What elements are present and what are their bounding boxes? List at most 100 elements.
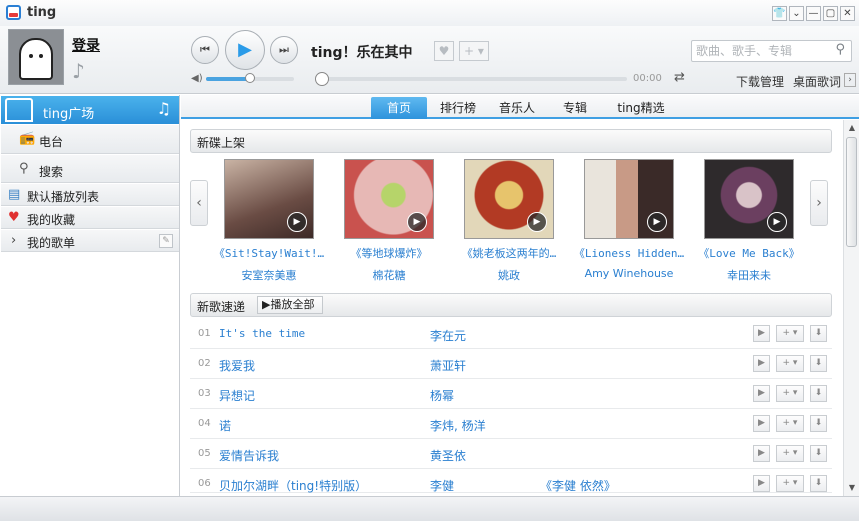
tab-albums[interactable]: 专辑: [553, 97, 597, 119]
album-artist[interactable]: 安室奈美惠: [209, 267, 329, 283]
vertical-scrollbar[interactable]: ▲ ▼: [843, 120, 859, 496]
track-artist[interactable]: 萧亚轩: [430, 357, 466, 374]
row-download-icon[interactable]: ⬇: [810, 475, 827, 492]
row-download-icon[interactable]: ⬇: [810, 445, 827, 462]
sidebar-item-default-playlist[interactable]: ▤ 默认播放列表: [1, 184, 179, 206]
volume-slider[interactable]: [206, 73, 294, 83]
tab-musicians[interactable]: 音乐人: [491, 97, 543, 119]
carousel-next-button[interactable]: ›: [810, 180, 828, 226]
table-row[interactable]: 01 It's the time 李在元 ▶ + ▾ ⬇: [190, 319, 832, 349]
progress-knob[interactable]: [315, 72, 329, 86]
album-cover[interactable]: ▶: [464, 159, 554, 239]
search-input[interactable]: [696, 43, 828, 59]
row-play-icon[interactable]: ▶: [753, 415, 770, 432]
row-add-icon[interactable]: + ▾: [776, 445, 804, 462]
sidebar-item-search[interactable]: ⚲ 搜索: [1, 155, 179, 183]
tab-charts[interactable]: 排行榜: [433, 97, 483, 119]
row-download-icon[interactable]: ⬇: [810, 325, 827, 342]
row-add-icon[interactable]: + ▾: [776, 325, 804, 342]
table-row[interactable]: 06 贝加尔湖畔（ting!特别版） 李健 《李健 依然》 ▶ + ▾ ⬇: [190, 469, 832, 493]
volume-knob[interactable]: [245, 73, 255, 83]
track-name[interactable]: 爱情告诉我: [219, 447, 279, 464]
play-circle-icon[interactable]: ▶: [647, 212, 667, 232]
album-title[interactable]: 《Lioness Hidden…: [569, 245, 689, 261]
album-cover[interactable]: ▶: [584, 159, 674, 239]
tab-ting-picks[interactable]: ting精选: [609, 97, 673, 119]
minimize-icon[interactable]: —: [806, 6, 821, 21]
album-card[interactable]: ▶ 《Lioness Hidden… Amy Winehouse: [569, 159, 689, 280]
play-circle-icon[interactable]: ▶: [287, 212, 307, 232]
scroll-thumb[interactable]: [846, 137, 857, 247]
avatar[interactable]: [8, 29, 64, 85]
sidebar-item-radio[interactable]: 📻 电台: [1, 125, 179, 154]
album-card[interactable]: ▶ 《Love Me Back》 幸田来未: [689, 159, 809, 283]
sidebar-item-favorites[interactable]: ♥ 我的收藏: [1, 207, 179, 229]
desktop-lyrics-link[interactable]: 桌面歌词: [793, 73, 841, 90]
row-download-icon[interactable]: ⬇: [810, 355, 827, 372]
track-artist[interactable]: 李健: [430, 477, 454, 494]
next-button[interactable]: ⏭: [270, 36, 298, 64]
carousel-prev-button[interactable]: ‹: [190, 180, 208, 226]
track-album[interactable]: 《李健 依然》: [540, 477, 616, 494]
table-row[interactable]: 02 我爱我 萧亚轩 ▶ + ▾ ⬇: [190, 349, 832, 379]
sidebar-item-ting-plaza[interactable]: ting广场 ♫: [1, 96, 179, 124]
track-artist[interactable]: 杨幂: [430, 387, 454, 404]
track-name[interactable]: It's the time: [219, 327, 305, 340]
download-manager-link[interactable]: 下载管理: [736, 73, 784, 90]
row-add-icon[interactable]: + ▾: [776, 355, 804, 372]
add-to-playlist-icon[interactable]: + ▾: [459, 41, 489, 61]
album-title[interactable]: 《Sit!Stay!Wait!…: [209, 245, 329, 261]
progress-slider[interactable]: [315, 72, 627, 86]
play-all-button[interactable]: ▶播放全部: [257, 296, 323, 314]
chevron-right-icon[interactable]: ›: [844, 73, 856, 87]
album-card[interactable]: ▶ 《姚老板这两年的… 姚政: [449, 159, 569, 283]
row-play-icon[interactable]: ▶: [753, 475, 770, 492]
tab-home[interactable]: 首页: [371, 97, 427, 119]
menu-icon[interactable]: ⌄: [789, 6, 804, 21]
row-play-icon[interactable]: ▶: [753, 445, 770, 462]
volume-icon[interactable]: ◀): [191, 73, 203, 84]
row-play-icon[interactable]: ▶: [753, 325, 770, 342]
table-row[interactable]: 05 爱情告诉我 黄圣依 ▶ + ▾ ⬇: [190, 439, 832, 469]
track-name[interactable]: 我爱我: [219, 357, 255, 374]
previous-button[interactable]: ⏮: [191, 36, 219, 64]
row-play-icon[interactable]: ▶: [753, 355, 770, 372]
play-button[interactable]: ▶: [225, 30, 265, 70]
album-card[interactable]: ▶ 《等地球爆炸》 棉花糖: [329, 159, 449, 283]
row-download-icon[interactable]: ⬇: [810, 415, 827, 432]
search-icon[interactable]: ⚲: [835, 42, 845, 57]
scroll-up-icon[interactable]: ▲: [845, 121, 859, 135]
album-title[interactable]: 《等地球爆炸》: [329, 245, 449, 261]
row-download-icon[interactable]: ⬇: [810, 385, 827, 402]
track-artist[interactable]: 李炜, 杨洋: [430, 417, 486, 434]
play-mode-icon[interactable]: ⇄: [674, 70, 685, 85]
album-artist[interactable]: 幸田来未: [689, 267, 809, 283]
maximize-icon[interactable]: ▢: [823, 6, 838, 21]
login-link[interactable]: 登录: [72, 35, 100, 55]
track-name[interactable]: 异想记: [219, 387, 255, 404]
edit-icon[interactable]: ✎: [159, 234, 173, 248]
sidebar-item-my-playlists[interactable]: › 我的歌单 ✎: [1, 230, 179, 252]
row-add-icon[interactable]: + ▾: [776, 475, 804, 492]
album-artist[interactable]: 姚政: [449, 267, 569, 283]
album-title[interactable]: 《姚老板这两年的…: [449, 245, 569, 261]
album-card[interactable]: ▶ 《Sit!Stay!Wait!… 安室奈美惠: [209, 159, 329, 283]
track-artist[interactable]: 黄圣依: [430, 447, 466, 464]
play-circle-icon[interactable]: ▶: [527, 212, 547, 232]
play-circle-icon[interactable]: ▶: [767, 212, 787, 232]
album-artist[interactable]: Amy Winehouse: [569, 267, 689, 280]
table-row[interactable]: 03 异想记 杨幂 ▶ + ▾ ⬇: [190, 379, 832, 409]
album-artist[interactable]: 棉花糖: [329, 267, 449, 283]
play-circle-icon[interactable]: ▶: [407, 212, 427, 232]
album-cover[interactable]: ▶: [344, 159, 434, 239]
album-title[interactable]: 《Love Me Back》: [689, 245, 809, 261]
close-icon[interactable]: ✕: [840, 6, 855, 21]
row-add-icon[interactable]: + ▾: [776, 415, 804, 432]
skin-icon[interactable]: 👕: [772, 6, 787, 21]
table-row[interactable]: 04 诺 李炜, 杨洋 ▶ + ▾ ⬇: [190, 409, 832, 439]
album-cover[interactable]: ▶: [224, 159, 314, 239]
track-artist[interactable]: 李在元: [430, 327, 466, 344]
row-play-icon[interactable]: ▶: [753, 385, 770, 402]
favorite-heart-icon[interactable]: ♥: [434, 41, 454, 61]
track-name[interactable]: 贝加尔湖畔（ting!特别版）: [219, 477, 367, 494]
